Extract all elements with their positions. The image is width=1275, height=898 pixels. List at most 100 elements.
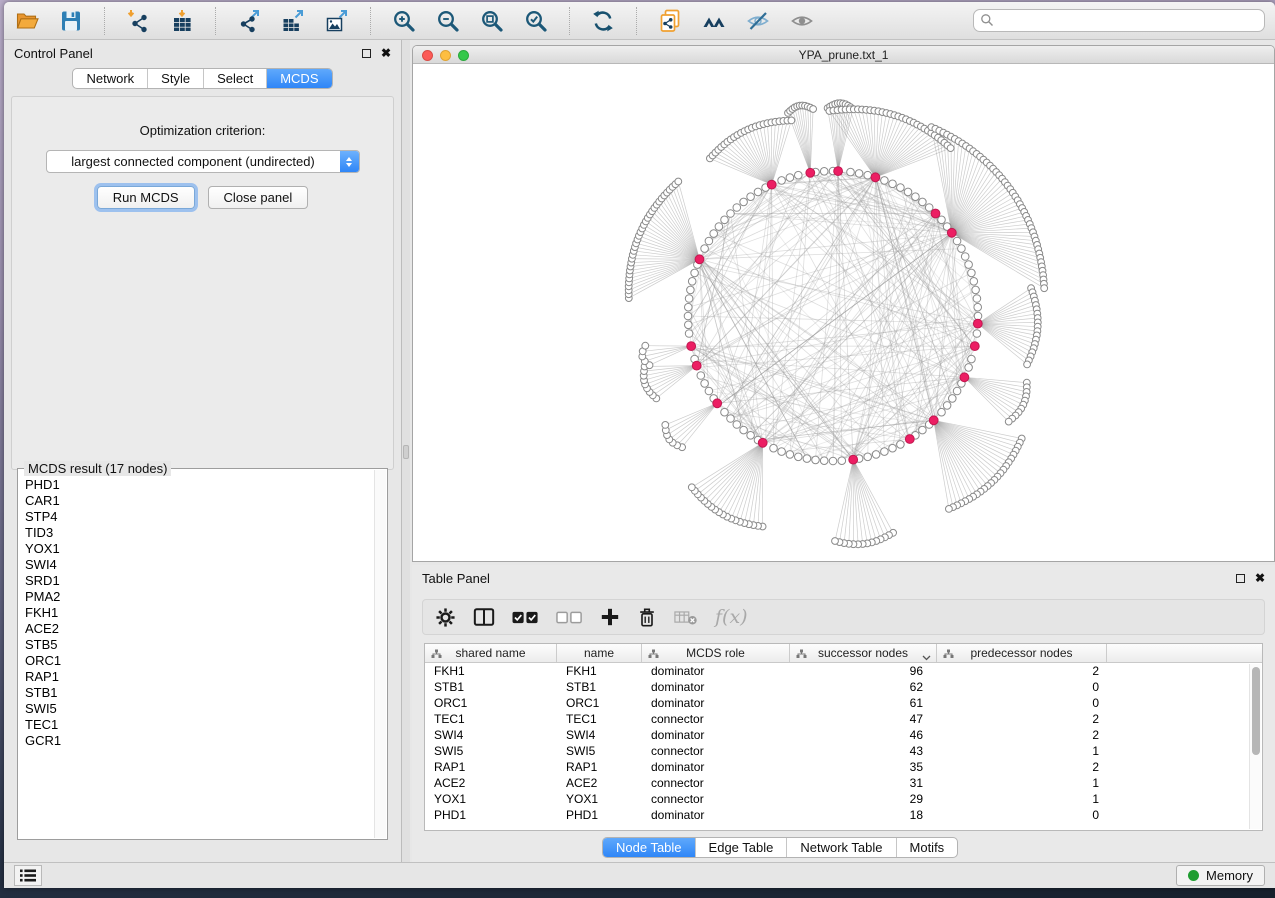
right-column: YPA_prune.txt_1 Table Panel ✖ — [410, 40, 1275, 862]
network-window-title: YPA_prune.txt_1 — [799, 48, 889, 62]
export-image-icon[interactable] — [324, 8, 350, 34]
save-icon[interactable] — [58, 8, 84, 34]
tab-mcds[interactable]: MCDS — [266, 69, 331, 88]
mcds-result-item[interactable]: TID3 — [25, 525, 373, 541]
tab-style[interactable]: Style — [147, 69, 203, 88]
clone-network-icon[interactable] — [657, 8, 683, 34]
splitter-grip[interactable] — [403, 445, 409, 459]
mcds-list-scrollbar[interactable] — [374, 470, 386, 838]
table-row[interactable]: ORC1ORC1dominator610 — [425, 695, 1262, 711]
run-mcds-button[interactable]: Run MCDS — [97, 186, 195, 209]
tab-motifs[interactable]: Motifs — [896, 838, 958, 857]
mcds-result-item[interactable]: YOX1 — [25, 541, 373, 557]
dropdown-stepper-icon — [340, 151, 359, 172]
column-header-name[interactable]: name — [557, 644, 642, 662]
table-row[interactable]: PHD1PHD1dominator180 — [425, 807, 1262, 823]
mcds-result-groupbox: MCDS result (17 nodes) PHD1CAR1STP4TID3Y… — [17, 468, 388, 840]
search-input[interactable] — [973, 9, 1265, 32]
table-scrollbar[interactable] — [1249, 664, 1261, 829]
mcds-result-item[interactable]: GCR1 — [25, 733, 373, 749]
select-all-checkboxes-icon[interactable] — [512, 611, 539, 624]
float-panel-icon[interactable] — [362, 49, 371, 58]
table-panel-title: Table Panel — [422, 571, 490, 586]
maximize-window-icon[interactable] — [458, 50, 469, 61]
mcds-result-item[interactable]: ACE2 — [25, 621, 373, 637]
criterion-dropdown[interactable]: largest connected component (undirected) — [46, 150, 360, 173]
attribute-type-icon — [943, 648, 954, 662]
add-column-icon[interactable] — [600, 607, 620, 627]
node-table: shared namenameMCDS rolesuccessor nodesp… — [424, 643, 1263, 831]
hide-selected-icon[interactable] — [745, 8, 771, 34]
zoom-out-icon[interactable] — [435, 8, 461, 34]
column-header-successor-nodes[interactable]: successor nodes — [790, 644, 937, 662]
toolbar-separator — [215, 7, 216, 35]
mcds-result-item[interactable]: STP4 — [25, 509, 373, 525]
table-row[interactable]: STB1STB1dominator620 — [425, 679, 1262, 695]
float-table-panel-icon[interactable] — [1236, 574, 1245, 583]
table-row[interactable]: YOX1YOX1connector291 — [425, 791, 1262, 807]
tab-network[interactable]: Network — [73, 69, 147, 88]
control-panel: Control Panel ✖ NetworkStyleSelectMCDS O… — [4, 40, 402, 862]
column-header-shared-name[interactable]: shared name — [425, 644, 557, 662]
zoom-fit-icon[interactable] — [479, 8, 505, 34]
close-panel-icon[interactable]: ✖ — [381, 47, 391, 59]
window-traffic-lights — [422, 50, 469, 61]
zoom-selected-icon[interactable] — [523, 8, 549, 34]
mcds-result-item[interactable]: STB5 — [25, 637, 373, 653]
minimize-window-icon[interactable] — [440, 50, 451, 61]
columns-icon[interactable] — [473, 607, 495, 627]
tab-network-table[interactable]: Network Table — [786, 838, 895, 857]
mcds-result-item[interactable]: PHD1 — [25, 477, 373, 493]
tab-node-table[interactable]: Node Table — [603, 838, 695, 857]
mcds-result-item[interactable]: ORC1 — [25, 653, 373, 669]
export-table-icon[interactable] — [280, 8, 306, 34]
toolbar-separator — [370, 7, 371, 35]
table-scrollbar-thumb[interactable] — [1252, 667, 1260, 755]
status-bar: Memory — [4, 862, 1275, 888]
mcds-result-item[interactable]: SRD1 — [25, 573, 373, 589]
delete-table-icon[interactable] — [674, 609, 698, 626]
table-row[interactable]: TEC1TEC1connector472 — [425, 711, 1262, 727]
close-table-panel-icon[interactable]: ✖ — [1255, 572, 1265, 584]
function-builder-icon[interactable]: f(x) — [715, 606, 748, 628]
table-row[interactable]: SWI4SWI4dominator462 — [425, 727, 1262, 743]
import-network-icon[interactable] — [125, 8, 151, 34]
cytoscape-window: Control Panel ✖ NetworkStyleSelectMCDS O… — [4, 2, 1275, 888]
mcds-result-item[interactable]: FKH1 — [25, 605, 373, 621]
mcds-result-item[interactable]: CAR1 — [25, 493, 373, 509]
panel-splitter[interactable] — [402, 40, 410, 862]
mcds-result-item[interactable]: PMA2 — [25, 589, 373, 605]
table-row[interactable]: FKH1FKH1dominator962 — [425, 663, 1262, 679]
close-window-icon[interactable] — [422, 50, 433, 61]
table-toolbar: f(x) — [422, 599, 1265, 635]
memory-button[interactable]: Memory — [1176, 865, 1265, 886]
mcds-result-list[interactable]: PHD1CAR1STP4TID3YOX1SWI4SRD1PMA2FKH1ACE2… — [25, 477, 373, 837]
mcds-result-item[interactable]: SWI5 — [25, 701, 373, 717]
column-header-MCDS-role[interactable]: MCDS role — [642, 644, 790, 662]
mcds-result-item[interactable]: SWI4 — [25, 557, 373, 573]
zoom-in-icon[interactable] — [391, 8, 417, 34]
delete-column-icon[interactable] — [637, 607, 657, 628]
column-header-predecessor-nodes[interactable]: predecessor nodes — [937, 644, 1107, 662]
first-neighbors-icon[interactable] — [701, 8, 727, 34]
deselect-all-checkboxes-icon[interactable] — [556, 611, 583, 624]
show-all-icon[interactable] — [789, 8, 815, 34]
refresh-icon[interactable] — [590, 8, 616, 34]
export-network-icon[interactable] — [236, 8, 262, 34]
table-row[interactable]: SWI5SWI5connector431 — [425, 743, 1262, 759]
task-history-button[interactable] — [14, 865, 42, 886]
gear-icon[interactable] — [435, 607, 456, 628]
toolbar-separator — [636, 7, 637, 35]
tab-edge-table[interactable]: Edge Table — [695, 838, 787, 857]
open-folder-icon[interactable] — [14, 8, 40, 34]
table-row[interactable]: RAP1RAP1dominator352 — [425, 759, 1262, 775]
table-row[interactable]: ACE2ACE2connector311 — [425, 775, 1262, 791]
mcds-result-item[interactable]: TEC1 — [25, 717, 373, 733]
mcds-result-item[interactable]: STB1 — [25, 685, 373, 701]
close-panel-button[interactable]: Close panel — [208, 186, 309, 209]
control-panel-tabs: NetworkStyleSelectMCDS — [72, 68, 332, 89]
tab-select[interactable]: Select — [203, 69, 266, 88]
mcds-result-item[interactable]: RAP1 — [25, 669, 373, 685]
import-table-icon[interactable] — [169, 8, 195, 34]
network-canvas[interactable] — [413, 64, 1274, 562]
